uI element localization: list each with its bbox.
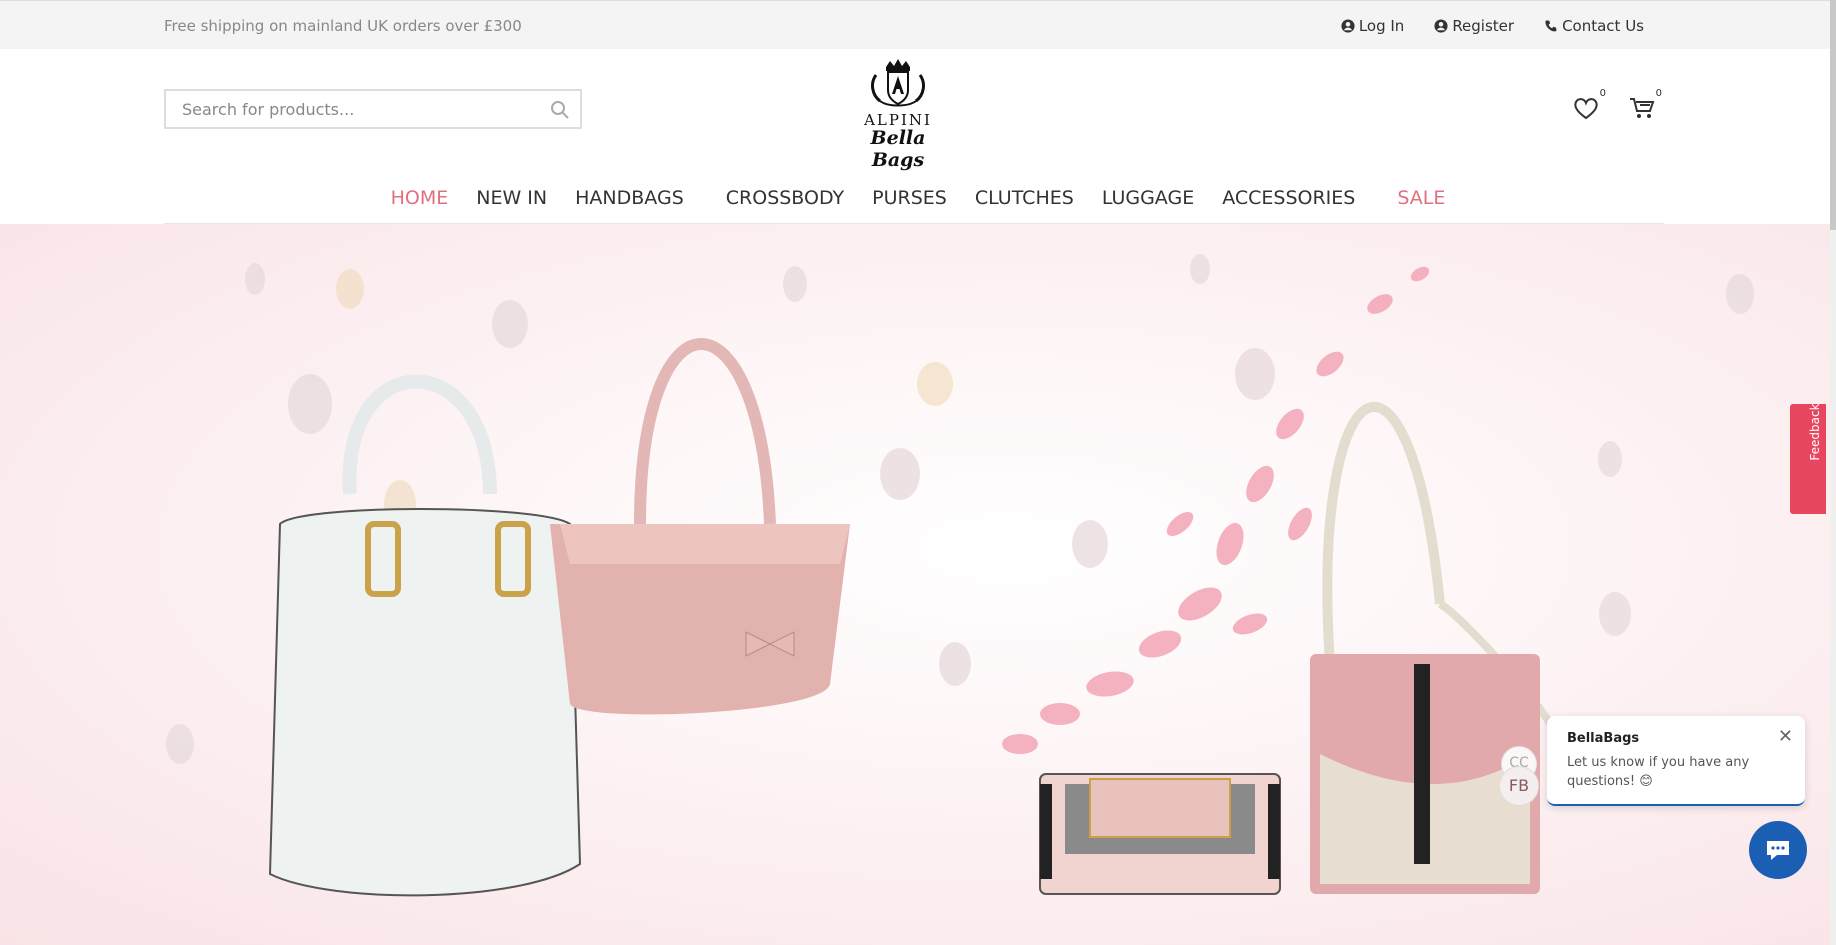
nav-new-in[interactable]: NEW IN (462, 176, 561, 222)
nav-accessories[interactable]: ACCESSORIES (1208, 176, 1369, 222)
chat-popup[interactable]: BellaBags Let us know if you have any qu… (1547, 716, 1805, 806)
site-logo[interactable]: ALPINI Bella Bags (848, 57, 948, 171)
contact-label: Contact Us (1562, 17, 1644, 35)
chat-message: Let us know if you have any questions! 😊 (1567, 755, 1750, 789)
nav-crossbody[interactable]: CROSSBODY (712, 176, 858, 222)
user-circle-icon (1434, 19, 1448, 33)
chat-title: BellaBags (1567, 731, 1640, 746)
search-box (164, 89, 582, 129)
cart-count: 0 (1655, 88, 1662, 99)
cart-button[interactable]: 0 (1628, 88, 1662, 122)
login-link[interactable]: Log In (1341, 17, 1405, 35)
close-icon[interactable]: ✕ (1778, 726, 1793, 747)
header-icons: 0 0 (1572, 88, 1662, 122)
crest-icon (871, 59, 925, 107)
contact-link[interactable]: Contact Us (1544, 17, 1644, 35)
main-nav: HOME NEW IN HANDBAGS CROSSBODY PURSES CL… (0, 176, 1836, 222)
feedback-label: Feedback (1808, 403, 1822, 461)
chat-avatar: FB (1499, 766, 1539, 806)
wishlist-count: 0 (1599, 88, 1606, 99)
nav-purses[interactable]: PURSES (858, 176, 961, 222)
login-label: Log In (1358, 17, 1405, 35)
chat-launcher-button[interactable] (1749, 821, 1807, 879)
hero-image (166, 254, 1754, 897)
pink-tote (550, 338, 850, 715)
wishlist-button[interactable]: 0 (1572, 88, 1606, 122)
search-icon[interactable] (550, 100, 570, 120)
crossbody-bag (1310, 401, 1554, 894)
register-label: Register (1452, 17, 1515, 35)
user-circle-icon (1341, 19, 1355, 33)
page-scrollbar[interactable] (1830, 0, 1836, 945)
purse (1039, 773, 1281, 895)
nav-luggage[interactable]: LUGGAGE (1088, 176, 1208, 222)
heart-icon (1574, 98, 1598, 120)
nav-handbags[interactable]: HANDBAGS (561, 176, 698, 222)
hero-banner[interactable] (0, 224, 1836, 945)
shipping-notice: Free shipping on mainland UK orders over… (164, 17, 522, 35)
white-handbag (268, 374, 582, 897)
cart-icon (1630, 98, 1655, 118)
scrollbar-thumb[interactable] (1830, 0, 1836, 230)
nav-home[interactable]: HOME (377, 176, 463, 222)
search-input[interactable] (180, 99, 544, 120)
nav-clutches[interactable]: CLUTCHES (961, 176, 1088, 222)
logo-line-2: Bella Bags (870, 127, 926, 171)
register-link[interactable]: Register (1434, 17, 1514, 35)
account-links: Log In Register Contact Us (1341, 17, 1644, 35)
chat-bubble-icon (1767, 841, 1789, 860)
phone-icon (1545, 20, 1557, 32)
nav-sale[interactable]: SALE (1383, 176, 1459, 222)
top-bar: Free shipping on mainland UK orders over… (0, 0, 1836, 50)
feedback-tab[interactable]: Feedback (1790, 403, 1826, 514)
